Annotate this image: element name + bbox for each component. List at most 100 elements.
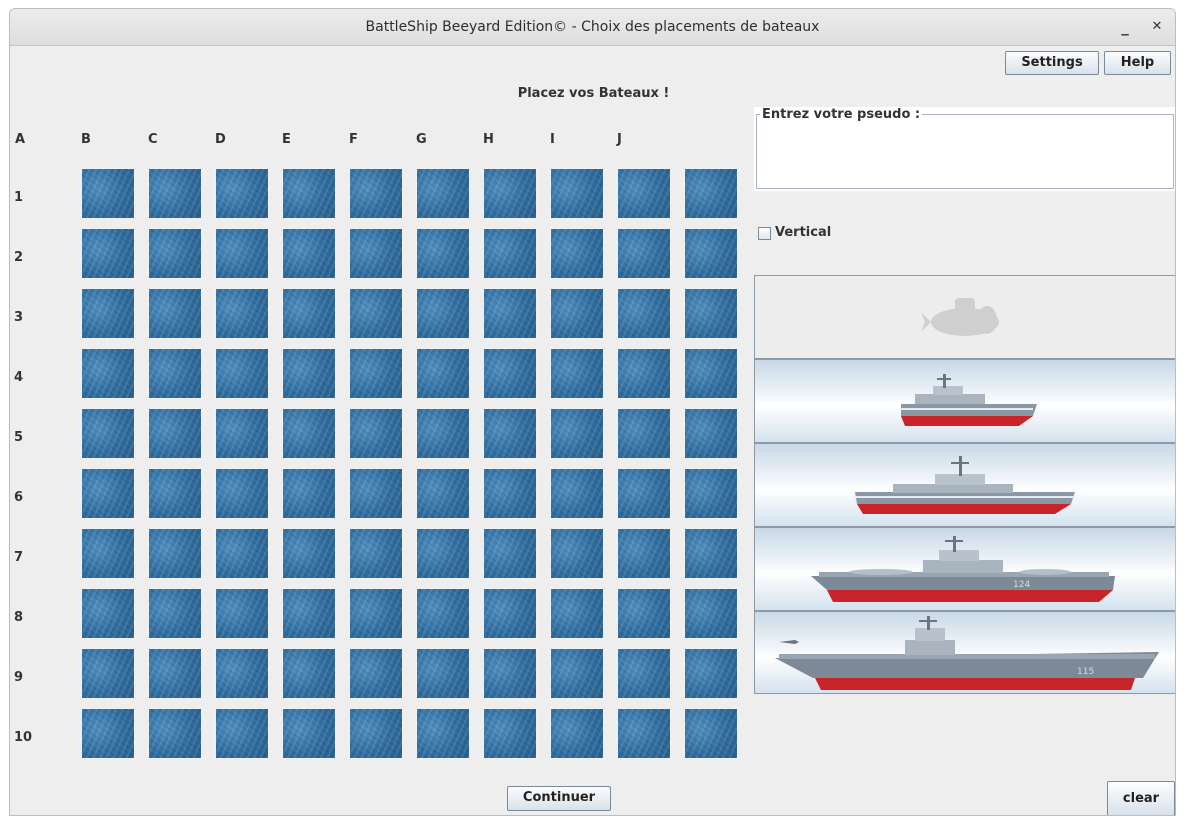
grid-cell[interactable]: [617, 468, 671, 519]
grid-cell[interactable]: [349, 168, 403, 219]
grid-cell[interactable]: [282, 288, 336, 339]
grid-cell[interactable]: [416, 528, 470, 579]
grid-cell[interactable]: [215, 348, 269, 399]
grid-cell[interactable]: [215, 168, 269, 219]
grid-cell[interactable]: [81, 288, 135, 339]
grid-cell[interactable]: [81, 168, 135, 219]
ship-slot-submarine[interactable]: [754, 275, 1175, 359]
grid-cell[interactable]: [349, 648, 403, 699]
grid-cell[interactable]: [550, 348, 604, 399]
grid-cell[interactable]: [349, 288, 403, 339]
grid-cell[interactable]: [81, 228, 135, 279]
vertical-label[interactable]: Vertical: [775, 225, 831, 240]
grid-cell[interactable]: [684, 408, 738, 459]
title-bar[interactable]: BattleShip Beeyard Edition© - Choix des …: [10, 9, 1175, 46]
grid-cell[interactable]: [684, 228, 738, 279]
grid-cell[interactable]: [483, 648, 537, 699]
grid-cell[interactable]: [148, 408, 202, 459]
grid-cell[interactable]: [684, 528, 738, 579]
grid-cell[interactable]: [81, 468, 135, 519]
grid-cell[interactable]: [416, 708, 470, 759]
grid-cell[interactable]: [349, 228, 403, 279]
grid-cell[interactable]: [416, 588, 470, 639]
grid-cell[interactable]: [550, 408, 604, 459]
grid-cell[interactable]: [550, 228, 604, 279]
close-button[interactable]: ✕: [1147, 17, 1167, 37]
grid-cell[interactable]: [215, 588, 269, 639]
grid-cell[interactable]: [416, 408, 470, 459]
grid-cell[interactable]: [617, 408, 671, 459]
grid-cell[interactable]: [617, 708, 671, 759]
grid-cell[interactable]: [416, 288, 470, 339]
grid-cell[interactable]: [148, 648, 202, 699]
grid-cell[interactable]: [684, 588, 738, 639]
grid-cell[interactable]: [148, 168, 202, 219]
clear-button[interactable]: clear: [1107, 781, 1175, 815]
grid-cell[interactable]: [148, 288, 202, 339]
grid-cell[interactable]: [215, 408, 269, 459]
grid-cell[interactable]: [282, 708, 336, 759]
grid-cell[interactable]: [148, 528, 202, 579]
grid-cell[interactable]: [349, 408, 403, 459]
settings-button[interactable]: Settings: [1005, 51, 1099, 75]
grid-cell[interactable]: [282, 648, 336, 699]
grid-cell[interactable]: [550, 648, 604, 699]
grid-cell[interactable]: [215, 648, 269, 699]
vertical-checkbox[interactable]: [758, 227, 771, 240]
grid-cell[interactable]: [148, 708, 202, 759]
grid-cell[interactable]: [550, 468, 604, 519]
grid-cell[interactable]: [81, 528, 135, 579]
ship-slot-destroyer[interactable]: [754, 443, 1175, 527]
grid-cell[interactable]: [483, 468, 537, 519]
ship-slot-aircraft-carrier[interactable]: 115: [754, 611, 1175, 694]
grid-cell[interactable]: [282, 408, 336, 459]
grid-cell[interactable]: [483, 408, 537, 459]
grid-cell[interactable]: [148, 588, 202, 639]
grid-cell[interactable]: [215, 468, 269, 519]
grid-cell[interactable]: [684, 708, 738, 759]
grid-cell[interactable]: [416, 168, 470, 219]
grid-cell[interactable]: [81, 588, 135, 639]
grid-cell[interactable]: [416, 468, 470, 519]
grid-cell[interactable]: [416, 348, 470, 399]
grid-cell[interactable]: [349, 708, 403, 759]
grid-cell[interactable]: [282, 168, 336, 219]
help-button[interactable]: Help: [1104, 51, 1171, 75]
grid-cell[interactable]: [483, 528, 537, 579]
grid-cell[interactable]: [81, 408, 135, 459]
grid-cell[interactable]: [483, 288, 537, 339]
grid-cell[interactable]: [215, 528, 269, 579]
grid-cell[interactable]: [215, 288, 269, 339]
minimize-button[interactable]: _: [1115, 17, 1135, 37]
grid-cell[interactable]: [215, 708, 269, 759]
grid-cell[interactable]: [81, 348, 135, 399]
grid-cell[interactable]: [148, 228, 202, 279]
grid-cell[interactable]: [684, 288, 738, 339]
grid-cell[interactable]: [684, 348, 738, 399]
grid-cell[interactable]: [617, 588, 671, 639]
grid-cell[interactable]: [282, 348, 336, 399]
grid-cell[interactable]: [349, 588, 403, 639]
grid-cell[interactable]: [148, 348, 202, 399]
grid-cell[interactable]: [416, 228, 470, 279]
grid-cell[interactable]: [416, 648, 470, 699]
grid-cell[interactable]: [617, 348, 671, 399]
grid-cell[interactable]: [349, 468, 403, 519]
grid-cell[interactable]: [684, 648, 738, 699]
grid-cell[interactable]: [349, 348, 403, 399]
grid-cell[interactable]: [282, 588, 336, 639]
grid-cell[interactable]: [684, 468, 738, 519]
grid-cell[interactable]: [617, 528, 671, 579]
grid-cell[interactable]: [617, 288, 671, 339]
grid-cell[interactable]: [483, 588, 537, 639]
grid-cell[interactable]: [483, 348, 537, 399]
ship-slot-patrol-boat[interactable]: [754, 359, 1175, 443]
grid-cell[interactable]: [148, 468, 202, 519]
grid-cell[interactable]: [617, 228, 671, 279]
grid-cell[interactable]: [483, 168, 537, 219]
grid-cell[interactable]: [684, 168, 738, 219]
grid-cell[interactable]: [282, 528, 336, 579]
grid-cell[interactable]: [617, 168, 671, 219]
grid-cell[interactable]: [81, 708, 135, 759]
grid-cell[interactable]: [215, 228, 269, 279]
